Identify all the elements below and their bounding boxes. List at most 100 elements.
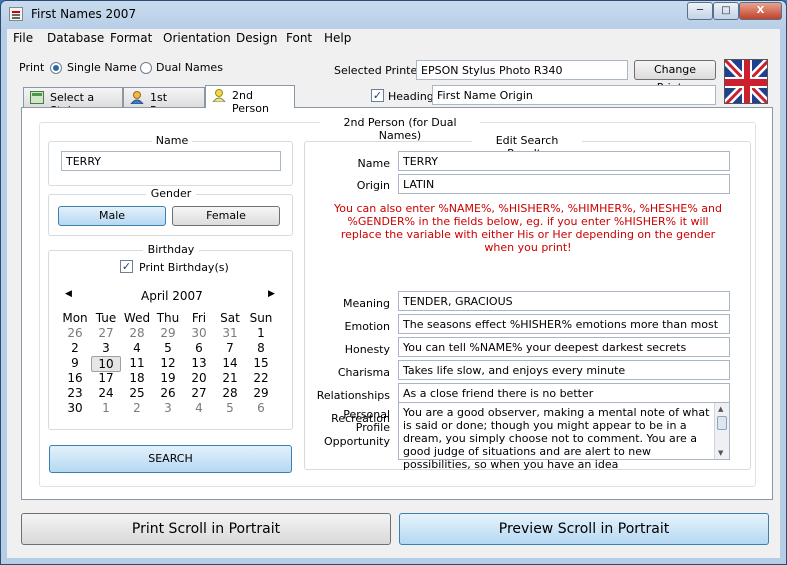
- result-field-input[interactable]: As a close friend there is no better: [398, 383, 730, 403]
- calendar-day[interactable]: 8: [246, 341, 276, 355]
- print-birthday-checkbox[interactable]: ✓: [120, 260, 133, 273]
- calendar-day[interactable]: 30: [184, 326, 214, 340]
- calendar-day[interactable]: 5: [153, 341, 183, 355]
- change-printer-button[interactable]: Change Printer: [634, 60, 716, 94]
- calendar-day[interactable]: 5: [215, 401, 245, 415]
- menu-font[interactable]: Font: [286, 31, 312, 45]
- calendar-day[interactable]: 31: [215, 326, 245, 340]
- calendar-day[interactable]: 10: [91, 356, 121, 372]
- minimize-button[interactable]: ─: [687, 2, 713, 20]
- calendar-day[interactable]: 3: [91, 341, 121, 355]
- dual-names-radio[interactable]: [140, 62, 152, 74]
- result-field-label: Relationships: [316, 389, 390, 402]
- single-name-label[interactable]: Single Name: [67, 61, 137, 74]
- result-name-field[interactable]: TERRY: [398, 151, 730, 171]
- calendar-day[interactable]: 12: [153, 356, 183, 370]
- calendar-day[interactable]: 27: [91, 326, 121, 340]
- calendar-day[interactable]: 4: [184, 401, 214, 415]
- maximize-button[interactable]: □: [713, 2, 739, 20]
- prev-month-icon[interactable]: ◀: [65, 289, 72, 299]
- heading-field[interactable]: First Name Origin: [432, 85, 716, 105]
- heading-checkbox[interactable]: ✓: [371, 89, 384, 102]
- menu-file[interactable]: File: [13, 31, 33, 45]
- calendar-day[interactable]: 28: [122, 326, 152, 340]
- menu-orientation[interactable]: Orientation: [163, 31, 231, 45]
- tab-2nd-person[interactable]: 2nd Person: [205, 85, 295, 115]
- calendar-day[interactable]: 4: [122, 341, 152, 355]
- calendar-day[interactable]: 20: [184, 371, 214, 385]
- search-button[interactable]: SEARCH: [49, 445, 292, 473]
- calendar-day[interactable]: 25: [122, 386, 152, 400]
- calendar-day[interactable]: 2: [122, 401, 152, 415]
- preview-scroll-button[interactable]: Preview Scroll in Portrait: [399, 513, 769, 545]
- scroll-up-icon[interactable]: ▲: [718, 405, 723, 413]
- calendar-day[interactable]: 26: [153, 386, 183, 400]
- birthday-group-title: Birthday: [143, 243, 199, 256]
- calendar-day[interactable]: 29: [153, 326, 183, 340]
- profile-scrollbar[interactable]: ▲ ▼: [714, 403, 729, 459]
- calendar-day[interactable]: 9: [60, 356, 90, 370]
- scroll-down-icon[interactable]: ▼: [718, 449, 723, 457]
- calendar-day[interactable]: 3: [153, 401, 183, 415]
- calendar-day[interactable]: 14: [215, 356, 245, 370]
- scroll-thumb[interactable]: [717, 416, 727, 430]
- menu-format[interactable]: Format: [110, 31, 152, 45]
- title-bar[interactable]: First Names 2007 ─ □ X: [1, 1, 786, 29]
- calendar-day[interactable]: 27: [184, 386, 214, 400]
- weekday-header: Tue: [95, 311, 117, 325]
- calendar-day[interactable]: 19: [153, 371, 183, 385]
- result-field-label: Charisma: [337, 366, 390, 379]
- calendar-day[interactable]: 13: [184, 356, 214, 370]
- calendar-day[interactable]: 11: [122, 356, 152, 370]
- menu-design[interactable]: Design: [236, 31, 277, 45]
- calendar-day[interactable]: 26: [60, 326, 90, 340]
- name-field[interactable]: TERRY: [61, 151, 281, 171]
- uk-flag-icon[interactable]: [724, 59, 768, 104]
- menu-help[interactable]: Help: [324, 31, 351, 45]
- calendar-day[interactable]: 17: [91, 371, 121, 385]
- calendar-day[interactable]: 28: [215, 386, 245, 400]
- menu-database[interactable]: Database: [47, 31, 104, 45]
- personal-profile-textarea[interactable]: You are a good observer, making a mental…: [398, 402, 730, 471]
- window-title: First Names 2007: [31, 7, 137, 21]
- result-field-input[interactable]: You can tell %NAME% your deepest darkest…: [398, 337, 730, 357]
- person-icon: [129, 91, 145, 105]
- calendar-day[interactable]: 7: [215, 341, 245, 355]
- print-scroll-button[interactable]: Print Scroll in Portrait: [21, 513, 391, 545]
- result-origin-label: Origin: [356, 179, 390, 192]
- calendar-day[interactable]: 23: [60, 386, 90, 400]
- calendar-day[interactable]: 24: [91, 386, 121, 400]
- result-field-label: Emotion: [344, 320, 390, 333]
- calendar-day[interactable]: 30: [60, 401, 90, 415]
- weekday-header: Wed: [123, 311, 151, 325]
- result-field-input[interactable]: Takes life slow, and enjoys every minute: [398, 360, 730, 380]
- calendar-day[interactable]: 1: [91, 401, 121, 415]
- tab-select-style[interactable]: Select a Style: [23, 87, 123, 117]
- calendar-day[interactable]: 21: [215, 371, 245, 385]
- main-area: Print Single Name Dual Names Selected Pr…: [7, 49, 780, 558]
- calendar-day[interactable]: 18: [122, 371, 152, 385]
- person-icon: [211, 89, 227, 103]
- result-origin-field[interactable]: LATIN: [398, 174, 730, 194]
- calendar-day[interactable]: 22: [246, 371, 276, 385]
- calendar-day[interactable]: 2: [60, 341, 90, 355]
- calendar-day[interactable]: 6: [184, 341, 214, 355]
- personal-profile-text: You are a good observer, making a mental…: [403, 406, 710, 471]
- single-name-radio[interactable]: [50, 62, 62, 74]
- menu-bar: File Database Format Orientation Design …: [7, 29, 780, 49]
- tab-1st-person[interactable]: 1st Person: [123, 87, 205, 117]
- next-month-icon[interactable]: ▶: [268, 289, 275, 299]
- calendar-day[interactable]: 6: [246, 401, 276, 415]
- printer-field[interactable]: EPSON Stylus Photo R340: [416, 60, 628, 80]
- dual-names-label[interactable]: Dual Names: [156, 61, 223, 74]
- close-button[interactable]: X: [739, 2, 782, 20]
- selected-printer-label: Selected Printer: [334, 64, 422, 77]
- calendar-day[interactable]: 15: [246, 356, 276, 370]
- result-field-input[interactable]: The seasons effect %HISHER% emotions mor…: [398, 314, 730, 334]
- female-button[interactable]: Female: [172, 206, 280, 226]
- result-field-input[interactable]: TENDER, GRACIOUS: [398, 291, 730, 311]
- calendar-day[interactable]: 1: [246, 326, 276, 340]
- calendar-day[interactable]: 29: [246, 386, 276, 400]
- male-button[interactable]: Male: [58, 206, 166, 226]
- calendar-day[interactable]: 16: [60, 371, 90, 385]
